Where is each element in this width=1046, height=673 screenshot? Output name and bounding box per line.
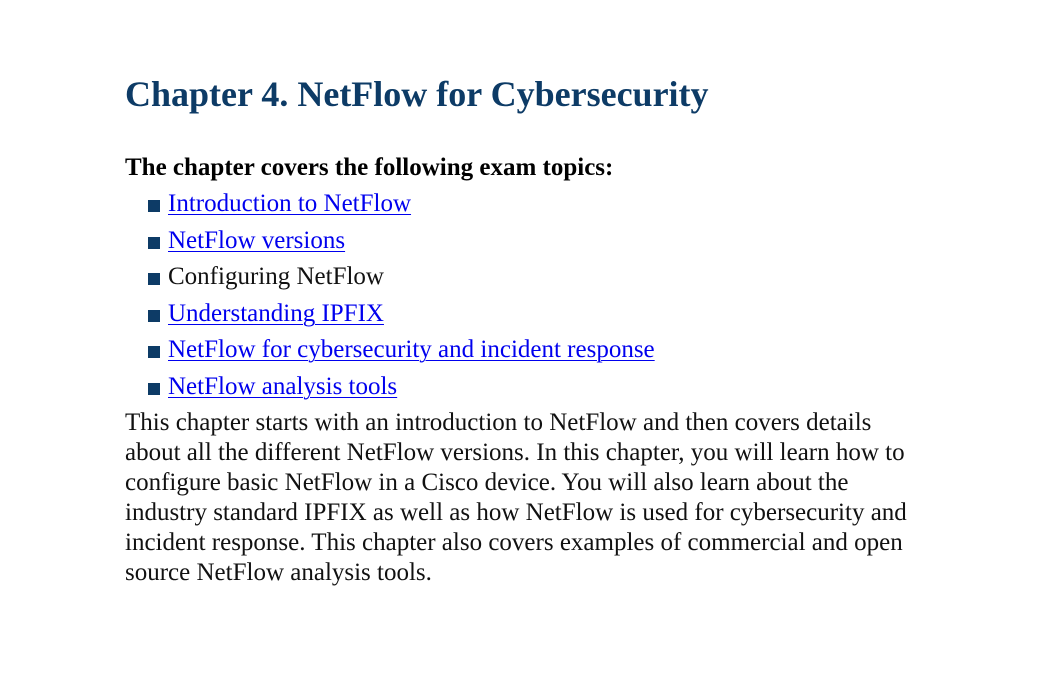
topic-item: Understanding IPFIX bbox=[125, 298, 925, 330]
topic-item: NetFlow versions bbox=[125, 225, 925, 257]
square-bullet-icon bbox=[148, 200, 160, 212]
topic-item: Configuring NetFlow bbox=[125, 261, 925, 293]
topic-link-netflow-analysis-tools[interactable]: NetFlow analysis tools bbox=[168, 371, 397, 403]
topics-list: Introduction to NetFlow NetFlow versions… bbox=[125, 188, 925, 403]
topic-text-configuring-netflow: Configuring NetFlow bbox=[168, 263, 384, 291]
topic-link-introduction-to-netflow[interactable]: Introduction to NetFlow bbox=[168, 188, 411, 220]
chapter-title: Chapter 4. NetFlow for Cybersecurity bbox=[125, 74, 709, 114]
topic-link-netflow-versions[interactable]: NetFlow versions bbox=[168, 225, 345, 257]
topics-heading: The chapter covers the following exam to… bbox=[125, 154, 614, 181]
square-bullet-icon bbox=[148, 236, 160, 249]
topic-item: NetFlow for cybersecurity and incident r… bbox=[125, 334, 925, 366]
topic-link-understanding-ipfix[interactable]: Understanding IPFIX bbox=[168, 298, 384, 330]
topic-item: Introduction to NetFlow bbox=[125, 188, 925, 220]
topic-item: NetFlow analysis tools bbox=[125, 371, 925, 403]
square-bullet-icon bbox=[148, 273, 160, 286]
square-bullet-icon bbox=[148, 309, 160, 322]
square-bullet-icon bbox=[148, 346, 160, 359]
chapter-page: Chapter 4. NetFlow for Cybersecurity The… bbox=[125, 72, 925, 588]
intro-paragraph: This chapter starts with an introduction… bbox=[125, 408, 907, 586]
topic-link-netflow-cybersecurity[interactable]: NetFlow for cybersecurity and incident r… bbox=[168, 334, 655, 366]
square-bullet-icon bbox=[148, 382, 160, 395]
